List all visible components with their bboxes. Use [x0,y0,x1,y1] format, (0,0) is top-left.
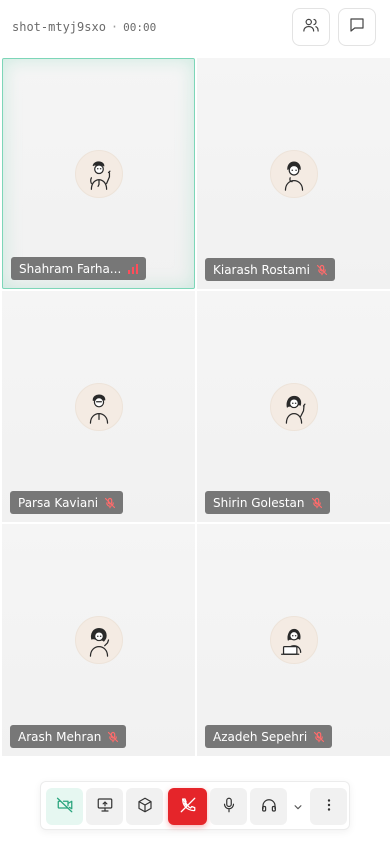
participant-nametag: Arash Mehran [10,725,127,748]
participant-nametag: Azadeh Sepehri [205,725,333,748]
microphone-button[interactable] [210,788,247,825]
participant-nametag: Shirin Golestan [205,491,330,514]
screen-share-icon [96,796,114,818]
person-waving-icon [89,160,111,190]
participant-name: Shirin Golestan [213,495,305,510]
participant-nametag: Kiarash Rostami [205,258,335,281]
mic-muted-icon [311,497,323,509]
participant-tile-shirin[interactable]: Shirin Golestan [197,291,390,522]
call-control-bar [40,781,350,830]
participant-tile-arash[interactable]: Arash Mehran [2,524,195,756]
avatar [269,149,318,198]
mic-muted-icon [313,731,325,743]
session-id: shot-mtyj9sxo [12,20,106,34]
person-pointing-icon [89,627,109,657]
participant-tile-shahram[interactable]: Shahram Farha... [2,58,195,289]
participant-tile-kiarash[interactable]: Kiarash Rostami [197,58,390,289]
audio-options-dropdown[interactable] [291,799,305,813]
phone-off-icon [179,796,197,818]
person-laptop-icon [280,628,301,655]
person-thinking-icon [284,161,303,191]
participant-tile-azadeh[interactable]: Azadeh Sepehri [197,524,390,756]
more-options-button[interactable] [310,788,347,825]
mic-muted-icon [107,731,119,743]
chat-icon [348,16,366,38]
session-info: shot-mtyj9sxo · 00:00 [12,20,156,34]
avatar [74,382,123,431]
camera-off-icon [56,796,74,818]
audio-level-icon [127,263,139,275]
cube-icon [136,796,154,818]
avatar [269,616,318,664]
person-icon [89,394,108,424]
participant-nametag: Shahram Farha... [11,257,147,280]
participant-name: Azadeh Sepehri [213,729,308,744]
avatar [74,149,123,198]
avatar [269,382,318,431]
participant-name: Arash Mehran [18,729,102,744]
mic-muted-icon [104,497,116,509]
people-icon [302,16,320,38]
screen-share-button[interactable] [86,788,123,825]
participant-name: Parsa Kaviani [18,495,99,510]
session-separator: · [110,20,119,34]
chevron-down-icon [293,797,303,816]
leave-call-button[interactable] [168,788,207,825]
chat-button[interactable] [338,8,376,46]
headphones-icon [260,796,278,818]
audio-output-button[interactable] [250,788,287,825]
camera-off-button[interactable] [46,788,83,825]
apps-button[interactable] [126,788,163,825]
top-bar: shot-mtyj9sxo · 00:00 [0,0,390,56]
mic-muted-icon [316,264,328,276]
participant-name: Shahram Farha... [19,261,122,276]
participant-tile-parsa[interactable]: Parsa Kaviani [2,291,195,522]
person-waving-icon [285,395,306,424]
participant-nametag: Parsa Kaviani [10,491,124,514]
avatar [74,616,123,664]
participants-button[interactable] [292,8,330,46]
participant-grid: Shahram Farha... Kiarash Rostami Parsa K… [2,58,390,756]
more-vertical-icon [320,796,338,818]
participant-name: Kiarash Rostami [213,262,310,277]
call-timer: 00:00 [123,21,157,34]
mic-icon [220,796,238,818]
